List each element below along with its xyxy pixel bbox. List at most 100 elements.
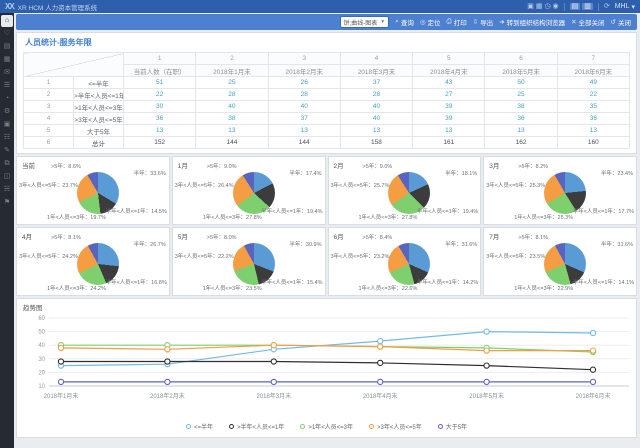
- pie-slice-label: 半年<人员<=1年：19.4%: [261, 207, 322, 215]
- pie-slice-label: >5年：8.0%: [207, 233, 237, 241]
- row-number: 3: [24, 101, 74, 113]
- app-title: XR HCM 人力资本管理系统: [18, 2, 97, 12]
- query-button[interactable]: ⌕查询: [395, 17, 414, 27]
- mail-icon[interactable]: ✉: [1, 67, 13, 79]
- row-label: >半年<人员<=1年: [74, 89, 124, 101]
- row-label: 大于5年: [74, 125, 124, 137]
- employee-card-icon[interactable]: ▥: [582, 3, 593, 10]
- pie-slice-label: 3年<人员<=5年：22.2%: [175, 252, 234, 260]
- layers-icon[interactable]: ☵: [1, 184, 13, 196]
- apps-icon[interactable]: ▦: [536, 3, 543, 10]
- cell-value: 160: [557, 137, 629, 149]
- org-icon[interactable]: ▤: [1, 41, 13, 53]
- menu-icon[interactable]: ☰: [1, 80, 13, 92]
- goto-org-browser-button[interactable]: ➜转到组织结构浏览器: [499, 17, 565, 27]
- cell-value: 51: [124, 77, 196, 89]
- pie-slice-label: 半年<人员<=1年：17.7%: [573, 207, 634, 215]
- column-header: 2018年1月末: [196, 65, 268, 77]
- pie-slice-label: 1年<人员<=3年：27.8%: [203, 213, 262, 221]
- pie-card: 4月半年：26.7%半年<人员<=1年：16.8%1年<人员<=3年：24.2%…: [16, 227, 170, 296]
- data-point: [58, 359, 63, 364]
- pie-slice-label: 3年<人员<=5年：25.7%: [331, 181, 390, 189]
- cell-value: 13: [557, 125, 629, 137]
- cell-value: 144: [196, 137, 268, 149]
- export-button[interactable]: ⇩导出: [473, 17, 493, 27]
- table-row: 4>3年<人员<=5年36383740393636: [24, 113, 630, 125]
- home-icon[interactable]: ⌂: [1, 15, 13, 27]
- cell-value: 37: [268, 113, 340, 125]
- table-row: 1<=半年51252637435049: [24, 77, 630, 89]
- cell-value: 25: [485, 89, 557, 101]
- report-icon[interactable]: ▣: [1, 119, 13, 131]
- data-point: [378, 344, 383, 349]
- window-icon[interactable]: ⧉: [1, 158, 13, 170]
- favorites-icon[interactable]: ♡: [1, 28, 13, 40]
- close-button[interactable]: ↺关闭: [611, 17, 631, 27]
- pie-card: 2月半年：18.1%半年<人员<=1年：19.4%1年<人员<=3年：27.8%…: [328, 156, 482, 225]
- chart-type-value: 饼;曲线-图表: [344, 18, 378, 27]
- history-icon[interactable]: ◔: [1, 93, 13, 105]
- pie-slice-label: 半年：31.6%: [445, 240, 477, 248]
- org-chart-icon[interactable]: ▤: [570, 3, 581, 10]
- pie-slice-label: 半年：17.4%: [289, 169, 321, 177]
- pie-card: 6月半年：31.6%半年<人员<=1年：14.2%1年<人员<=3年：22.6%…: [328, 227, 482, 296]
- pie-slice-label: 半年<人员<=1年：15.4%: [261, 278, 322, 286]
- data-point: [484, 329, 489, 334]
- pie-slice-label: 半年：31.6%: [601, 240, 633, 248]
- refresh-icon[interactable]: ⟳: [604, 0, 610, 13]
- data-point: [590, 348, 595, 353]
- locate-button[interactable]: ◎定位: [420, 17, 441, 27]
- settings-icon[interactable]: ⚙: [1, 106, 13, 118]
- legend-label: 大于5年: [446, 422, 467, 431]
- close-all-button[interactable]: ✕全部关闭: [571, 17, 604, 27]
- legend-item[interactable]: >3年<人员<=5年: [369, 422, 422, 431]
- legend-item[interactable]: <=半年: [186, 422, 213, 431]
- grid-icon[interactable]: ▦: [1, 54, 13, 66]
- column-number: 7: [557, 53, 629, 65]
- pie-title: 1月: [178, 160, 188, 170]
- cell-value: 13: [196, 125, 268, 137]
- data-point: [590, 330, 595, 335]
- pie-title: 2月: [334, 160, 344, 170]
- row-label: <=半年: [74, 77, 124, 89]
- edit-icon[interactable]: ✎: [1, 145, 13, 157]
- legend-item[interactable]: >半年<人员<=1年: [229, 422, 284, 431]
- column-number: 4: [340, 53, 412, 65]
- user-menu[interactable]: MHL ▾: [615, 3, 635, 11]
- chart-type-select[interactable]: 饼;曲线-图表 ▼: [340, 16, 390, 28]
- row-number: 6: [24, 137, 74, 149]
- pie-slice-label: 半年：23.4%: [601, 169, 633, 177]
- close-icon: ↺: [611, 18, 616, 26]
- pie-slice-label: 半年<人员<=1年：14.5%: [105, 207, 166, 215]
- list-icon[interactable]: ☷: [1, 132, 13, 144]
- pie-slice-label: >5年：8.1%: [51, 233, 81, 241]
- flag-icon[interactable]: ⚑: [1, 197, 13, 209]
- close-label: 关闭: [618, 17, 631, 27]
- clock-icon[interactable]: ◷: [544, 3, 550, 10]
- column-number: 3: [268, 53, 340, 65]
- cell-value: 13: [340, 125, 412, 137]
- column-header: 2018年2月末: [268, 65, 340, 77]
- data-point: [271, 379, 276, 384]
- trend-card: 趋势图 1020304050602018年1月末2018年2月末2018年3月末…: [16, 298, 637, 438]
- print-button[interactable]: ⎙打印: [446, 17, 466, 27]
- pie-slice-label: 3年<人员<=5年：23.2%: [331, 252, 390, 260]
- legend-item[interactable]: >1年<人员<=3年: [300, 422, 353, 431]
- cell-value: 13: [268, 125, 340, 137]
- cell-value: 28: [196, 89, 268, 101]
- row-number: 2: [24, 89, 74, 101]
- data-point: [271, 359, 276, 364]
- cell-value: 49: [557, 77, 629, 89]
- calendar-icon[interactable]: ▣: [527, 3, 534, 10]
- columns-icon[interactable]: ◫: [1, 171, 13, 183]
- cell-value: 13: [124, 125, 196, 137]
- pie-slice-label: 半年：30.9%: [289, 240, 321, 248]
- top-app-bar: XX XR HCM 人力资本管理系统 ▣ ▦ ◷ ◉ ▤ ▥ ⟳ MHL ▾: [0, 0, 640, 13]
- cell-value: 28: [268, 89, 340, 101]
- pie-slice-label: 3年<人员<=5年：25.3%: [486, 181, 545, 189]
- legend-item[interactable]: 大于5年: [438, 422, 467, 431]
- pie-slice-label: 半年<人员<=1年：14.1%: [573, 278, 634, 286]
- goto-org-browser-label: 转到组织结构浏览器: [507, 17, 566, 27]
- help-icon[interactable]: ◉: [553, 3, 559, 10]
- pie-card: 当前半年：33.6%半年<人员<=1年：14.5%1年<人员<=3年：19.7%…: [16, 156, 170, 225]
